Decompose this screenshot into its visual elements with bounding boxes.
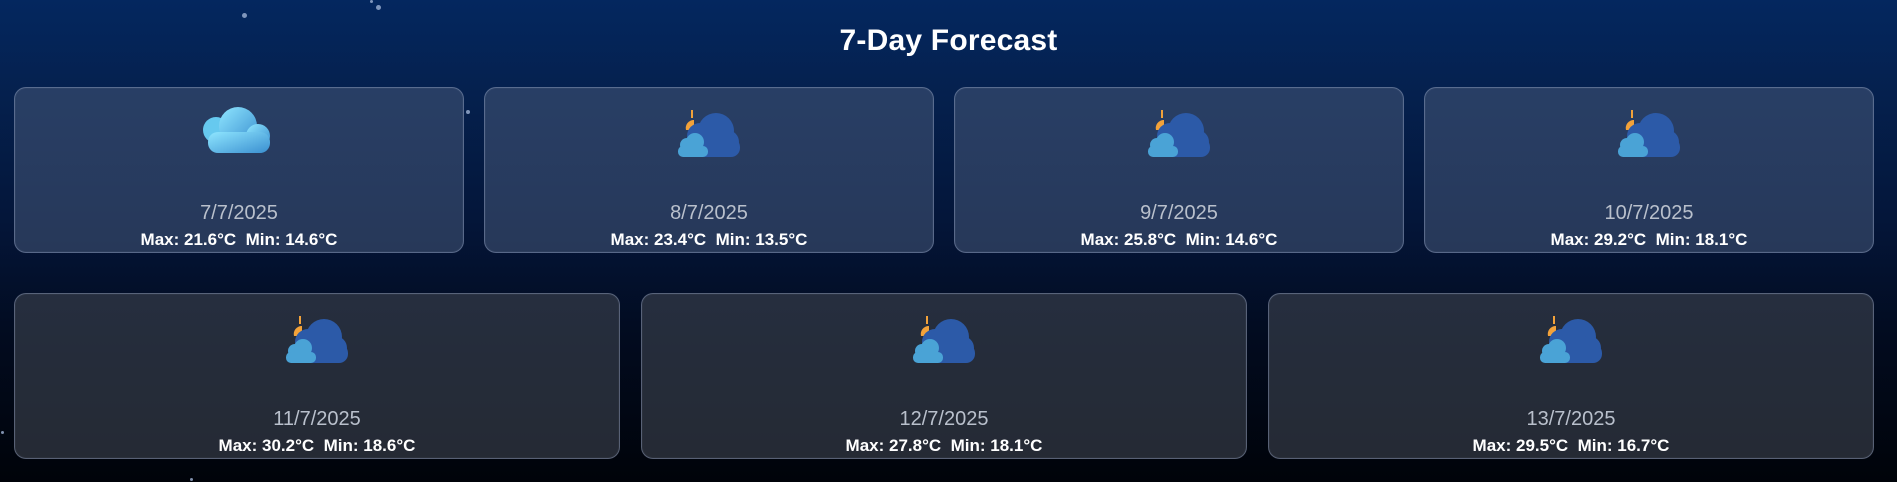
forecast-card: 10/7/2025 Max: 29.2°C Min: 18.1°C: [1424, 87, 1874, 253]
max-temp: Max: 23.4°C: [610, 230, 707, 249]
forecast-temps: Max: 21.6°C Min: 14.6°C: [15, 230, 463, 250]
min-temp: Min: 18.6°C: [323, 436, 416, 455]
partly-cloudy-icon: [1134, 100, 1224, 164]
max-temp: Max: 21.6°C: [140, 230, 237, 249]
max-temp: Max: 29.2°C: [1550, 230, 1647, 249]
partly-cloudy-icon: [1526, 306, 1616, 370]
cloud-rain-icon: [194, 100, 284, 181]
background-star: [242, 13, 247, 18]
background-star: [190, 478, 193, 481]
min-temp: Min: 14.6°C: [245, 230, 338, 249]
forecast-date: 8/7/2025: [670, 202, 748, 224]
partly-cloudy-icon: [899, 306, 989, 370]
forecast-card: 13/7/2025 Max: 29.5°C Min: 16.7°C: [1268, 293, 1874, 459]
forecast-card: 11/7/2025 Max: 30.2°C Min: 18.6°C: [14, 293, 620, 459]
min-temp: Min: 18.1°C: [1655, 230, 1748, 249]
max-temp: Max: 29.5°C: [1472, 436, 1569, 455]
background-star: [466, 110, 470, 114]
forecast-temps: Max: 23.4°C Min: 13.5°C: [485, 230, 933, 250]
forecast-date: 11/7/2025: [273, 408, 361, 430]
forecast-temps: Max: 29.5°C Min: 16.7°C: [1269, 436, 1873, 456]
forecast-date: 7/7/2025: [200, 202, 278, 224]
max-temp: Max: 27.8°C: [845, 436, 942, 455]
forecast-date: 9/7/2025: [1140, 202, 1218, 224]
forecast-temps: Max: 25.8°C Min: 14.6°C: [955, 230, 1403, 250]
background-star: [376, 5, 381, 10]
background-star: [1, 431, 4, 434]
page-title: 7-Day Forecast: [839, 24, 1058, 57]
forecast-temps: Max: 30.2°C Min: 18.6°C: [15, 436, 619, 456]
forecast-temps: Max: 27.8°C Min: 18.1°C: [642, 436, 1246, 456]
partly-cloudy-icon: [1604, 100, 1694, 164]
min-temp: Min: 18.1°C: [950, 436, 1043, 455]
forecast-card: 8/7/2025 Max: 23.4°C Min: 13.5°C: [484, 87, 934, 253]
partly-cloudy-icon: [272, 306, 362, 370]
partly-cloudy-icon: [664, 100, 754, 164]
forecast-date: 13/7/2025: [1526, 408, 1616, 430]
forecast-date: 10/7/2025: [1604, 202, 1694, 224]
forecast-card: 9/7/2025 Max: 25.8°C Min: 14.6°C: [954, 87, 1404, 253]
forecast-date: 12/7/2025: [899, 408, 989, 430]
min-temp: Min: 13.5°C: [715, 230, 808, 249]
max-temp: Max: 30.2°C: [218, 436, 315, 455]
min-temp: Min: 14.6°C: [1185, 230, 1278, 249]
forecast-temps: Max: 29.2°C Min: 18.1°C: [1425, 230, 1873, 250]
background-star: [370, 0, 373, 3]
max-temp: Max: 25.8°C: [1080, 230, 1177, 249]
forecast-card: 12/7/2025 Max: 27.8°C Min: 18.1°C: [641, 293, 1247, 459]
min-temp: Min: 16.7°C: [1577, 436, 1670, 455]
forecast-card: 7/7/2025 Max: 21.6°C Min: 14.6°C: [14, 87, 464, 253]
